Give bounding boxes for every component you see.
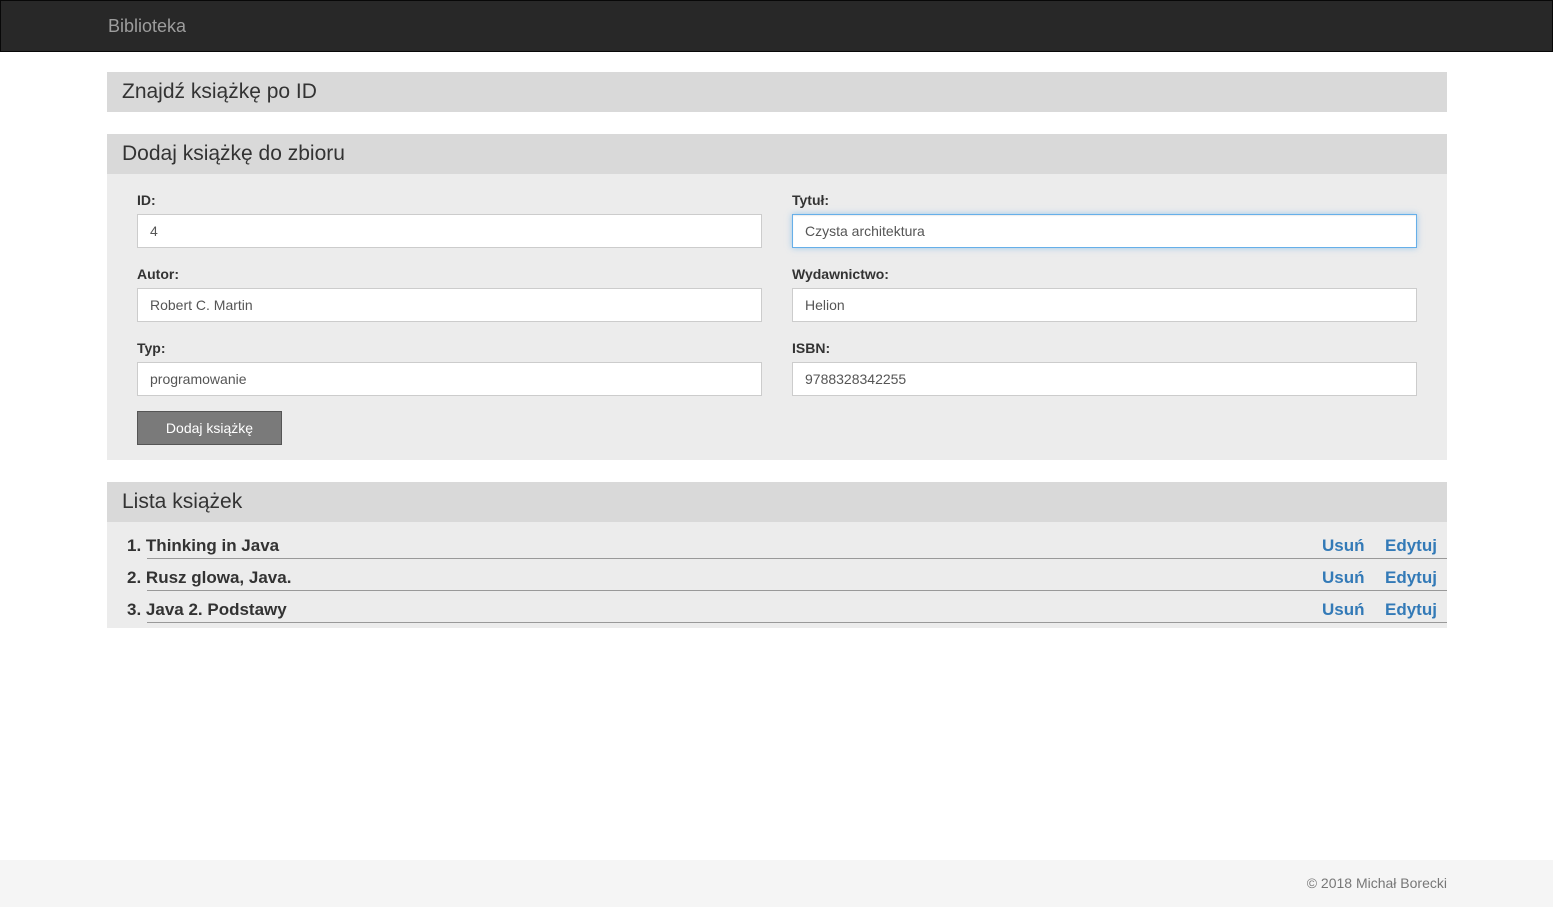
book-title: 3. Java 2. Podstawy xyxy=(127,600,287,619)
add-book-button[interactable]: Dodaj książkę xyxy=(137,411,282,445)
add-book-panel-header[interactable]: Dodaj książkę do zbioru xyxy=(107,134,1447,174)
isbn-input[interactable] xyxy=(792,362,1417,396)
author-label: Autor: xyxy=(137,266,179,282)
delete-book-link[interactable]: Usuń xyxy=(1322,536,1365,556)
copyright-text: © 2018 Michał Borecki xyxy=(1306,875,1447,891)
book-title: 2. Rusz glowa, Java. xyxy=(127,568,292,587)
list-item: 3. Java 2. Podstawy Usuń Edytuj xyxy=(107,591,1447,623)
book-title: 1. Thinking in Java xyxy=(127,536,280,555)
type-input[interactable] xyxy=(137,362,762,396)
navbar-brand[interactable]: Biblioteka xyxy=(108,16,186,36)
isbn-label: ISBN: xyxy=(792,340,831,356)
edit-book-link[interactable]: Edytuj xyxy=(1385,568,1437,588)
title-label: Tytuł: xyxy=(792,192,830,208)
footer: © 2018 Michał Borecki xyxy=(0,860,1553,907)
author-input[interactable] xyxy=(137,288,762,322)
edit-book-link[interactable]: Edytuj xyxy=(1385,600,1437,620)
list-item: 1. Thinking in Java Usuń Edytuj xyxy=(107,527,1447,559)
navbar: Biblioteka xyxy=(0,0,1553,52)
list-item: 2. Rusz glowa, Java. Usuń Edytuj xyxy=(107,559,1447,591)
title-input[interactable] xyxy=(792,214,1417,248)
type-label: Typ: xyxy=(137,340,166,356)
id-input[interactable] xyxy=(137,214,762,248)
find-book-panel-header[interactable]: Znajdź książkę po ID xyxy=(107,72,1447,112)
publisher-label: Wydawnictwo: xyxy=(792,266,889,282)
edit-book-link[interactable]: Edytuj xyxy=(1385,536,1437,556)
delete-book-link[interactable]: Usuń xyxy=(1322,600,1365,620)
id-label: ID: xyxy=(137,192,156,208)
book-list-panel-header[interactable]: Lista książek xyxy=(107,482,1447,522)
publisher-input[interactable] xyxy=(792,288,1417,322)
row-divider xyxy=(147,622,1447,623)
delete-book-link[interactable]: Usuń xyxy=(1322,568,1365,588)
